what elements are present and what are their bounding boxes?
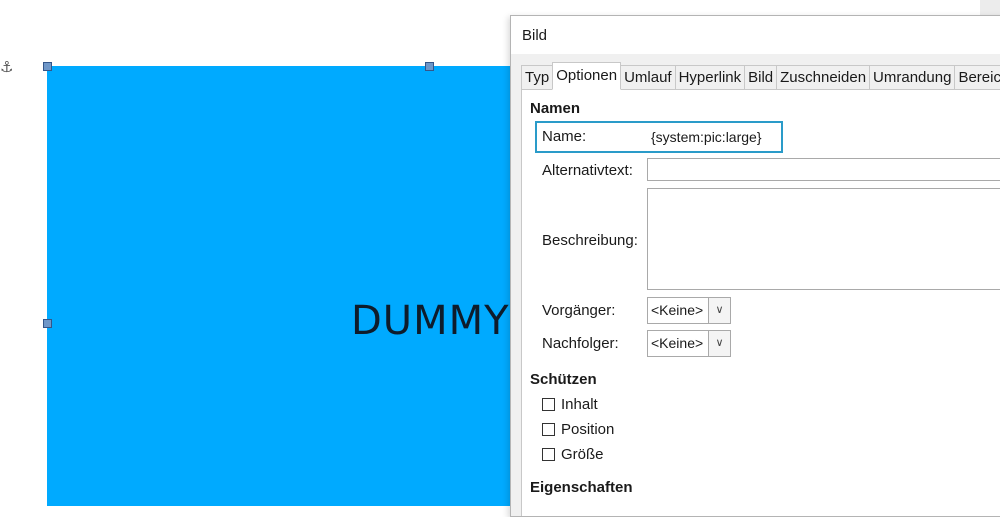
tab-typ[interactable]: Typ — [521, 65, 554, 89]
protect-size-label: Größe — [561, 446, 604, 463]
protect-content-checkbox[interactable]: Inhalt — [542, 396, 598, 413]
previous-select-value: <Keine> — [651, 302, 704, 318]
resize-handle-top-middle[interactable] — [425, 62, 434, 71]
alt-text-label: Alternativtext: — [542, 162, 633, 179]
tab-bereich[interactable]: Bereich — [954, 65, 1000, 89]
protect-position-label: Position — [561, 421, 615, 438]
resize-handle-top-left[interactable] — [43, 62, 52, 71]
resize-handle-middle-left[interactable] — [43, 319, 52, 328]
protect-position-checkbox[interactable]: Position — [542, 421, 614, 438]
tab-bild[interactable]: Bild — [744, 65, 778, 89]
dialog-titlebar[interactable]: Bild — [511, 16, 1000, 54]
chevron-down-icon[interactable]: ∨ — [708, 298, 730, 323]
tab-bar: Typ Optionen Umlauf Hyperlink Bild Zusch… — [521, 62, 1000, 90]
dialog-title: Bild — [522, 27, 548, 44]
section-properties-heading: Eigenschaften — [530, 479, 633, 496]
next-select[interactable]: <Keine> ∨ — [647, 330, 731, 357]
protect-size-checkbox[interactable]: Größe — [542, 446, 604, 463]
description-label: Beschreibung: — [542, 232, 638, 249]
next-label: Nachfolger: — [542, 335, 619, 352]
section-protect-heading: Schützen — [530, 371, 597, 388]
tab-optionen[interactable]: Optionen — [552, 62, 622, 90]
scrollbar-corner — [980, 0, 1000, 16]
tab-umlauf[interactable]: Umlauf — [620, 65, 676, 89]
tab-umrandung[interactable]: Umrandung — [869, 65, 956, 89]
image-dialog: Bild Typ Optionen Umlauf Hyperlink Bild … — [510, 15, 1000, 517]
chevron-down-icon[interactable]: ∨ — [708, 331, 730, 356]
tab-zuschneiden[interactable]: Zuschneiden — [776, 65, 871, 89]
tab-hyperlink[interactable]: Hyperlink — [674, 65, 746, 89]
protect-content-label: Inhalt — [561, 396, 598, 413]
description-textarea[interactable] — [647, 188, 1000, 290]
options-panel: Namen Name: {system:pic:large} Alternati… — [521, 90, 1000, 516]
name-label: Name: — [542, 128, 587, 145]
next-select-value: <Keine> — [651, 335, 704, 351]
previous-label: Vorgänger: — [542, 302, 616, 319]
previous-select[interactable]: <Keine> ∨ — [647, 297, 731, 324]
image-object[interactable]: DUMMY — [47, 66, 517, 506]
image-dummy-text: DUMMY — [351, 298, 510, 344]
name-input[interactable]: {system:pic:large} — [647, 125, 1000, 148]
checkbox-icon[interactable] — [542, 398, 555, 411]
checkbox-icon[interactable] — [542, 423, 555, 436]
section-names-heading: Namen — [530, 100, 581, 117]
anchor-icon[interactable]: ⚓ — [0, 58, 13, 78]
alt-text-input[interactable] — [647, 158, 1000, 181]
checkbox-icon[interactable] — [542, 448, 555, 461]
